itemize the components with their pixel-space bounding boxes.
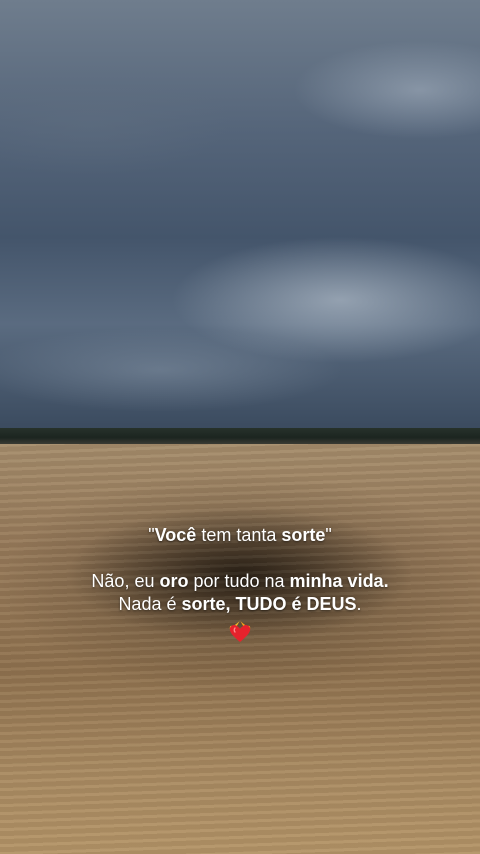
heart-on-fire-icon [229, 620, 251, 642]
answer-c: por tudo na [188, 571, 290, 591]
quote-word-voce: Você [154, 525, 197, 545]
quote-line: "Você tem tanta sorte" [0, 524, 480, 547]
conclusion-bold: sorte, TUDO é DEUS [181, 594, 357, 614]
photo-scene: "Você tem tanta sorte" Não, eu oro por t… [0, 0, 480, 854]
answer-oro: oro [159, 571, 189, 591]
quote-close: " [325, 525, 332, 545]
emoji-row [0, 618, 480, 648]
answer-a: Não, eu [91, 571, 160, 591]
conclusion-a: Nada é [118, 594, 182, 614]
conclusion-line: Nada é sorte, TUDO é DEUS. [0, 593, 480, 616]
answer-minha-vida: minha vida. [289, 571, 389, 591]
river-water [0, 444, 480, 854]
caption-text: "Você tem tanta sorte" Não, eu oro por t… [0, 524, 480, 648]
conclusion-period: . [356, 594, 362, 614]
horizon-treeline [0, 428, 480, 444]
quote-middle: tem tanta [196, 525, 282, 545]
quote-word-sorte: sorte [281, 525, 326, 545]
answer-line: Não, eu oro por tudo na minha vida. [0, 570, 480, 593]
stormy-sky [0, 0, 480, 432]
